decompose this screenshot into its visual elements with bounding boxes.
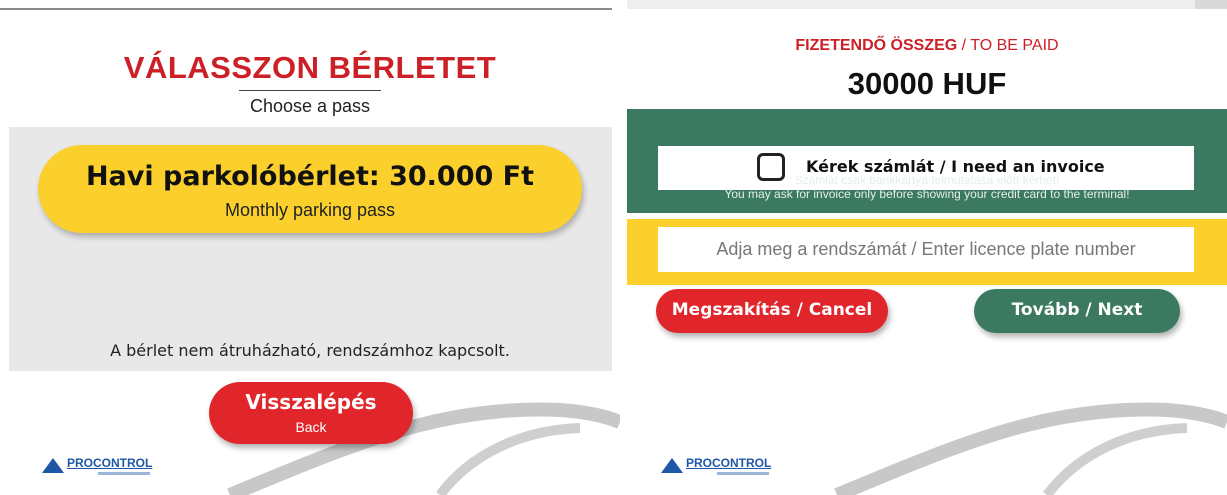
cancel-label: Megszakítás / Cancel: [671, 300, 873, 320]
logo-underline: [717, 472, 769, 475]
invoice-note-hu: Számlát csak bankkártya felmutatása előt…: [794, 173, 1060, 187]
cancel-button[interactable]: Megszakítás / Cancel: [656, 289, 888, 333]
procontrol-logo: PROCONTROL: [42, 456, 162, 476]
procontrol-logo: PROCONTROL: [661, 456, 781, 476]
pass-label: Havi parkolóbérlet: 30.000 Ft: [85, 161, 535, 192]
amount-value: 30000 HUF: [847, 66, 1007, 101]
plate-panel: [627, 219, 1227, 285]
back-label: Visszalépés: [245, 390, 377, 414]
pass-note: A bérlet nem átruházható, rendszámhoz ka…: [110, 341, 510, 360]
top-bar-edge: [1195, 0, 1227, 9]
next-label: Tovább / Next: [1011, 300, 1143, 320]
page-subtitle: Choose a pass: [249, 96, 371, 116]
page-title: VÁLASSZON BÉRLETET: [123, 50, 497, 85]
top-divider: [0, 8, 612, 10]
procontrol-logo-icon: [42, 458, 64, 473]
amount-label-separator: /: [957, 37, 971, 54]
pass-sublabel: Monthly parking pass: [224, 200, 396, 220]
pass-selection-screen: VÁLASSZON BÉRLETET Choose a pass Havi pa…: [0, 0, 620, 495]
logo-underline: [98, 472, 150, 475]
logo-text: PROCONTROL: [686, 456, 772, 470]
monthly-pass-button[interactable]: Havi parkolóbérlet: 30.000 Ft Monthly pa…: [38, 145, 582, 233]
back-sublabel: Back: [295, 419, 327, 435]
next-button[interactable]: Tovább / Next: [974, 289, 1180, 333]
logo-text: PROCONTROL: [67, 456, 153, 470]
amount-label-en: TO BE PAID: [970, 37, 1059, 54]
payment-screen: FIZETENDŐ ÖSSZEG / TO BE PAID 30000 HUF …: [627, 0, 1227, 495]
title-underline: [239, 90, 381, 91]
back-button[interactable]: Visszalépés Back: [209, 382, 413, 444]
licence-plate-input[interactable]: [658, 227, 1194, 272]
amount-label-hu: FIZETENDŐ ÖSSZEG: [795, 37, 958, 54]
invoice-panel: Kérek számlát / I need an invoice Számlá…: [627, 109, 1227, 213]
invoice-note-en: You may ask for invoice only before show…: [724, 187, 1130, 201]
procontrol-logo-icon: [661, 458, 683, 473]
amount-label: FIZETENDŐ ÖSSZEG / TO BE PAID: [627, 37, 1227, 55]
top-bar: [627, 0, 1195, 9]
